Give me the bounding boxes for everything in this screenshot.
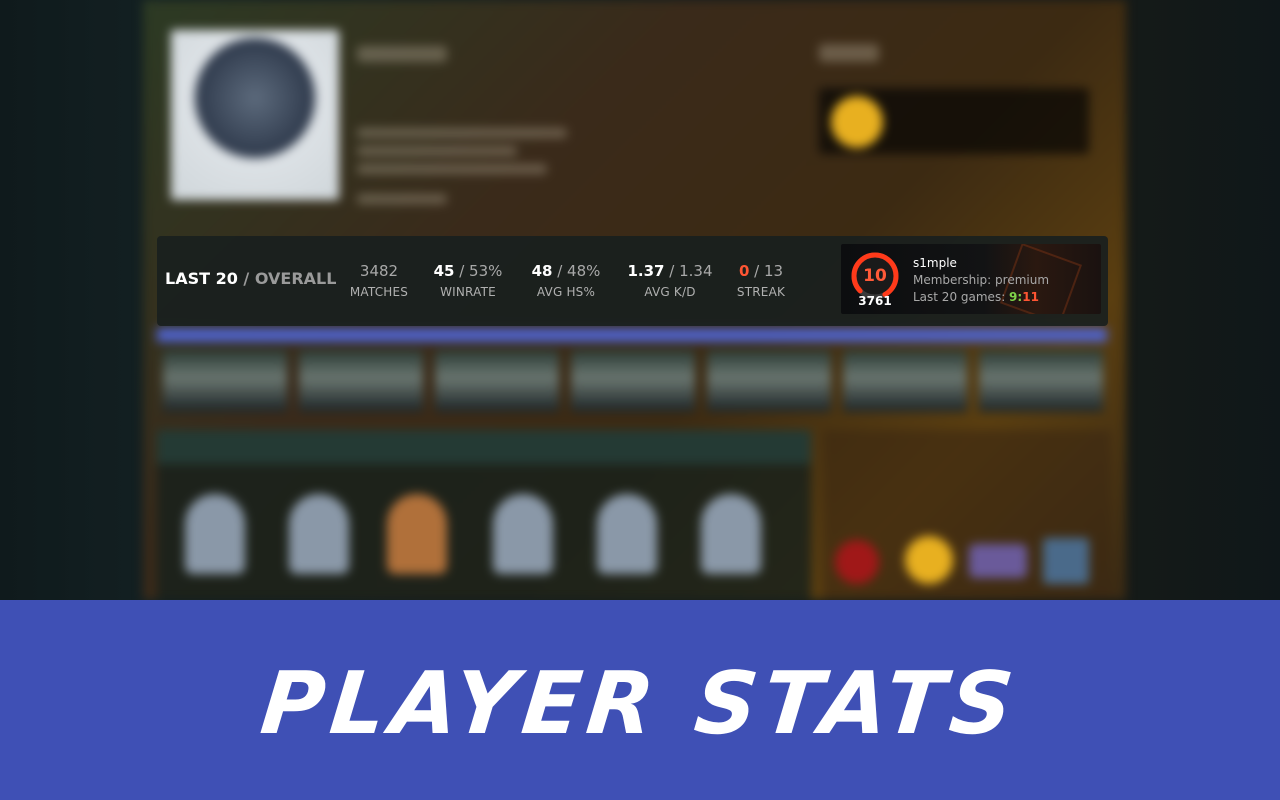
blurred-text: [357, 46, 447, 62]
overall-label[interactable]: OVERALL: [255, 269, 337, 288]
blurred-medal: [701, 494, 761, 574]
stat-avg-hs: 48 / 48% AVG HS%: [516, 262, 616, 299]
blurred-text: [357, 194, 447, 204]
blurred-tab-bar: [157, 328, 1107, 342]
streak-best: / 13: [749, 262, 784, 280]
elo-value: 3761: [858, 294, 892, 308]
banner-title: PLAYER STATS: [256, 654, 1024, 754]
matches-count: 3482: [359, 262, 399, 280]
winrate-last20: 45: [433, 262, 455, 280]
avg-hs-overall: / 48%: [552, 262, 601, 280]
last-20-label[interactable]: LAST 20: [165, 269, 238, 288]
avg-kd-last20: 1.37: [627, 262, 665, 280]
stats-bar: LAST 20 / OVERALL 3482 MATCHES 45 / 53% …: [157, 236, 1108, 326]
blurred-map-thumbnails: [163, 350, 1103, 412]
streak-label: STREAK: [736, 285, 786, 299]
blurred-text: [819, 44, 879, 62]
avg-kd-value: 1.37 / 1.34: [620, 262, 720, 280]
blurred-text: [357, 128, 567, 138]
blurred-medal: [597, 494, 657, 574]
winrate-overall: / 53%: [454, 262, 503, 280]
stat-streak: 0 / 13 STREAK: [711, 262, 811, 299]
avg-hs-value: 48 / 48%: [516, 262, 616, 280]
matches-value: 3482: [329, 262, 429, 280]
blurred-medal: [185, 494, 245, 574]
last-games-label: Last 20 games:: [913, 290, 1010, 304]
promo-banner: PLAYER STATS: [0, 600, 1280, 800]
losses-count: 11: [1022, 290, 1039, 304]
winrate-value: 45 / 53%: [418, 262, 518, 280]
membership-text: Membership: premium: [913, 273, 1050, 287]
blurred-text: [357, 146, 517, 156]
period-separator: /: [237, 269, 255, 288]
period-toggle[interactable]: LAST 20 / OVERALL: [165, 269, 336, 288]
streak-value: 0 / 13: [711, 262, 811, 280]
profile-photo: [171, 30, 339, 200]
player-card[interactable]: 10 3761 s1mple Membership: premium Last …: [841, 244, 1101, 314]
blurred-text: [357, 164, 547, 174]
avg-kd-label: AVG K/D: [644, 285, 696, 299]
blurred-red-badge: [835, 540, 879, 584]
stat-matches: 3482 MATCHES: [329, 262, 429, 299]
streak-current: 0: [738, 262, 750, 280]
last-games-record: Last 20 games: 9:11: [913, 290, 1039, 304]
blurred-gold-badge: [831, 96, 883, 148]
avg-hs-label: AVG HS%: [536, 285, 596, 299]
avg-hs-last20: 48: [531, 262, 553, 280]
blurred-medal: [387, 494, 447, 574]
stat-avg-kd: 1.37 / 1.34 AVG K/D: [620, 262, 720, 299]
player-name[interactable]: s1mple: [913, 256, 957, 270]
winrate-label: WINRATE: [440, 285, 496, 299]
avg-kd-overall: / 1.34: [664, 262, 713, 280]
matches-label: MATCHES: [349, 285, 409, 299]
blurred-panel-header: [157, 430, 811, 464]
blurred-medal: [493, 494, 553, 574]
blurred-medal: [289, 494, 349, 574]
level-number: 10: [863, 266, 887, 286]
stat-winrate: 45 / 53% WINRATE: [418, 262, 518, 299]
blurred-gold-badge: [905, 536, 953, 584]
blurred-purple-badge: [969, 544, 1027, 578]
blurred-blue-badge: [1043, 538, 1089, 584]
